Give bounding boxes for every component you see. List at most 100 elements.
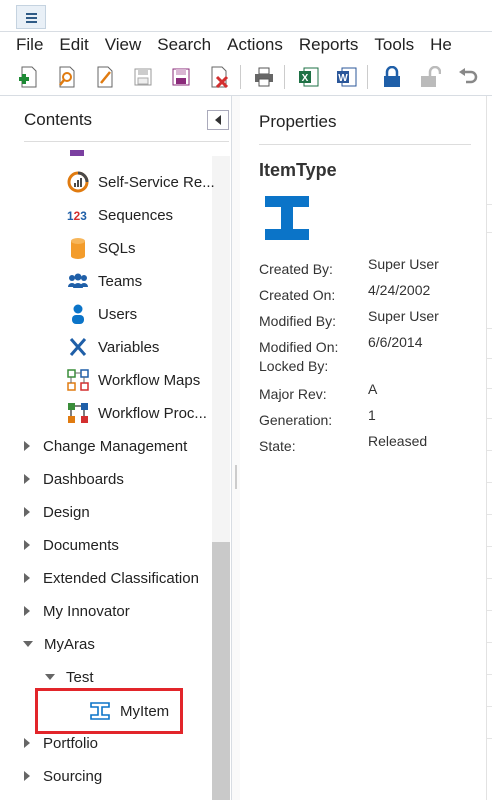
svg-text:123: 123: [67, 209, 87, 223]
panel-splitter[interactable]: [232, 96, 240, 800]
major-rev-value: A: [368, 381, 378, 397]
menu-tools[interactable]: Tools: [366, 35, 422, 55]
sequences-icon: 123: [66, 203, 90, 227]
tree-item-self-service-reports[interactable]: Self-Service Re...: [66, 169, 215, 195]
tree-scrollbar-thumb[interactable]: [212, 542, 230, 800]
search-button[interactable]: [54, 63, 81, 91]
tree-item-sqls[interactable]: SQLs: [66, 235, 136, 261]
modified-on-label: Modified On:: [259, 339, 339, 355]
hamburger-menu-button[interactable]: [16, 5, 46, 29]
workflow-processes-icon: [66, 401, 90, 425]
tree-category-myaras[interactable]: MyAras: [23, 631, 95, 657]
export-word-button[interactable]: W: [333, 63, 360, 91]
modified-by-label: Modified By:: [259, 313, 337, 329]
properties-title: Properties: [259, 112, 337, 131]
tree-item-label: Sequences: [98, 206, 174, 224]
tree-category-label: MyAras: [44, 635, 95, 653]
menu-bar: File Edit View Search Actions Reports To…: [0, 32, 492, 58]
delete-icon: [211, 66, 229, 88]
chevron-left-icon: [215, 115, 221, 125]
menu-edit[interactable]: Edit: [51, 35, 96, 55]
menu-help[interactable]: He: [422, 35, 460, 55]
new-item-icon: [19, 66, 37, 87]
created-on-value: 4/24/2002: [368, 282, 431, 298]
selection-highlight: [35, 688, 183, 734]
tree-item-label: Workflow Proc...: [98, 404, 207, 422]
teams-icon: [66, 269, 90, 293]
edit-button[interactable]: [92, 63, 119, 91]
self-service-reports-icon: [66, 170, 90, 194]
workflow-maps-icon: [66, 368, 90, 392]
tree-category-dashboards[interactable]: Dashboards: [24, 466, 124, 492]
delete-button[interactable]: [206, 63, 233, 91]
modified-on-value: 6/6/2014: [368, 334, 423, 350]
tree-item-users[interactable]: Users: [66, 301, 137, 327]
tree-item-workflow-processes[interactable]: Workflow Proc...: [66, 400, 207, 426]
created-by-label: Created By:: [259, 261, 333, 277]
divider: [259, 144, 471, 145]
undo-button[interactable]: [454, 63, 481, 91]
tree-item-label: Self-Service Re...: [98, 173, 215, 191]
menu-view[interactable]: View: [97, 35, 150, 55]
tree-category-label: Design: [43, 503, 90, 521]
tree-category-documents[interactable]: Documents: [24, 532, 119, 558]
chevron-right-icon[interactable]: [24, 441, 30, 451]
tree-category-label: Portfolio: [43, 734, 99, 752]
chevron-right-icon[interactable]: [24, 606, 30, 616]
tree-item-teams[interactable]: Teams: [66, 268, 142, 294]
chevron-right-icon[interactable]: [24, 474, 30, 484]
new-item-button[interactable]: [16, 63, 43, 91]
chevron-right-icon[interactable]: [24, 771, 30, 781]
tree-category-my-innovator[interactable]: My Innovator: [24, 598, 130, 624]
splitter-grip[interactable]: [235, 465, 237, 489]
menu-reports[interactable]: Reports: [291, 35, 367, 55]
svg-text:X: X: [302, 73, 309, 84]
tree-category-extended-classification[interactable]: Extended Classification: [24, 565, 199, 591]
created-by-value: Super User: [368, 256, 439, 272]
word-icon: W: [336, 67, 357, 86]
collapse-panel-button[interactable]: [207, 110, 229, 130]
chevron-right-icon[interactable]: [24, 540, 30, 550]
tree-item-label: Workflow Maps: [98, 371, 201, 389]
modified-by-value: Super User: [368, 308, 439, 324]
tree-item-variables[interactable]: Variables: [66, 334, 159, 360]
state-value: Released: [368, 433, 428, 449]
save-button[interactable]: [130, 63, 157, 91]
tree-category-design[interactable]: Design: [24, 499, 90, 525]
generation-label: Generation:: [259, 412, 333, 428]
export-excel-button[interactable]: X: [295, 63, 322, 91]
save-icon: [134, 68, 152, 85]
lock-button[interactable]: [378, 63, 405, 91]
chevron-down-icon[interactable]: [23, 641, 33, 647]
tree-item-label: Teams: [98, 272, 143, 290]
tree-category-label: Sourcing: [43, 767, 103, 785]
undo-icon: [458, 67, 477, 83]
tree-category-sourcing[interactable]: Sourcing: [24, 763, 102, 789]
tree-category-test[interactable]: Test: [45, 664, 94, 690]
tree-item-sequences[interactable]: 123 Sequences: [66, 202, 173, 228]
svg-text:W: W: [338, 73, 348, 84]
excel-icon: X: [298, 67, 319, 86]
save-and-close-icon: [172, 68, 190, 85]
tree-category-change-management[interactable]: Change Management: [24, 433, 187, 459]
toolbar-separator: [239, 64, 241, 89]
chevron-right-icon[interactable]: [24, 738, 30, 748]
item-type-name: ItemType: [259, 160, 337, 180]
menu-actions[interactable]: Actions: [219, 35, 291, 55]
tree-category-label: Documents: [43, 536, 119, 554]
variables-icon: [66, 335, 90, 359]
major-rev-label: Major Rev:: [259, 386, 327, 402]
edit-icon: [97, 66, 113, 87]
locked-by-label: Locked By:: [259, 358, 329, 374]
chevron-right-icon[interactable]: [24, 573, 30, 583]
unlock-button[interactable]: [416, 63, 443, 91]
chevron-down-icon[interactable]: [45, 674, 55, 680]
print-button[interactable]: [251, 63, 278, 91]
tree-item-workflow-maps[interactable]: Workflow Maps: [66, 367, 200, 393]
tree-category-label: Extended Classification: [43, 569, 199, 587]
menu-file[interactable]: File: [0, 35, 51, 55]
menu-search[interactable]: Search: [149, 35, 219, 55]
save-and-close-button[interactable]: [168, 63, 195, 91]
top-strip: [0, 0, 492, 32]
chevron-right-icon[interactable]: [24, 507, 30, 517]
